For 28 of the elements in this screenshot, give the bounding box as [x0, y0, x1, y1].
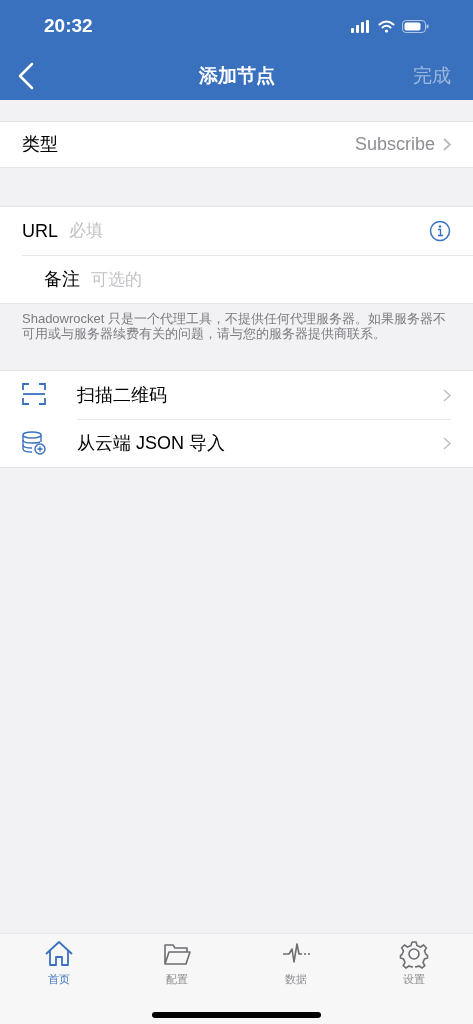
list-item[interactable]: 从云端 JSON 导入: [0, 419, 473, 467]
chevron-icon: [443, 388, 451, 402]
item-label: 扫描二维码: [77, 383, 167, 407]
type-row[interactable]: 类型 Subscribe: [0, 121, 473, 168]
screen-title: 添加节点: [198, 63, 275, 88]
wifi-icon: [378, 19, 395, 33]
status-time: 20:32: [44, 13, 93, 38]
field-label: URL: [22, 219, 59, 243]
row-label: 类型: [22, 133, 58, 156]
scan-icon: [22, 383, 47, 407]
settings-icon: [398, 940, 429, 970]
info-icon[interactable]: [429, 220, 451, 242]
list-item[interactable]: 扫描二维码: [0, 371, 473, 419]
chevron-icon: [443, 437, 451, 450]
database-icon: [22, 431, 47, 455]
input-field[interactable]: 可选的: [91, 266, 451, 293]
row-value: Subscribe: [354, 133, 435, 156]
chevron-icon: [443, 138, 451, 151]
tab-item[interactable]: 数据: [236, 940, 355, 988]
tab-item[interactable]: 设置: [354, 940, 473, 988]
field-label: 备注: [44, 268, 81, 291]
tab-item[interactable]: 首页: [0, 940, 119, 988]
battery-icon: [402, 19, 429, 33]
signal-icon: [351, 19, 371, 33]
disclaimer-text: Shadowrocket 只是一个代理工具，不提供任何代理服务器。如果服务器不可用或与服务器续费有关的问题，请与您的服务器提供商联系。: [21, 310, 447, 343]
input-field[interactable]: 必填: [69, 218, 429, 244]
item-label: 从云端 JSON 导入: [77, 432, 225, 455]
tab-item[interactable]: 配置: [118, 940, 237, 988]
